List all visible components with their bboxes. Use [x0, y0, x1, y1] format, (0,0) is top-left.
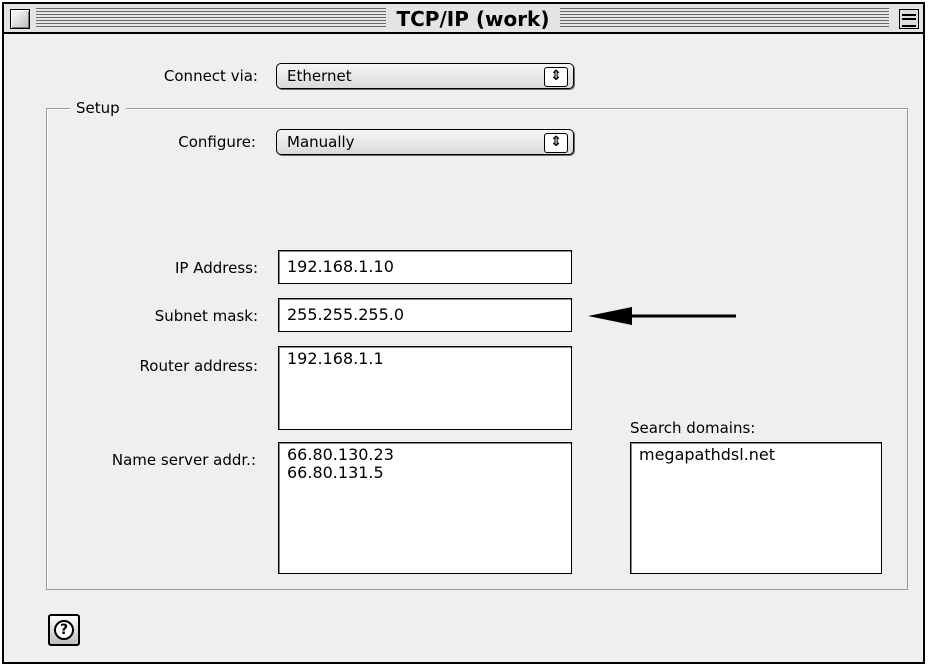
- arrow-left-icon: [588, 307, 736, 325]
- ip-address-field[interactable]: 192.168.1.10: [278, 250, 572, 284]
- name-server-field[interactable]: 66.80.130.23 66.80.131.5: [278, 442, 572, 574]
- setup-group-title: Setup: [70, 98, 126, 118]
- subnet-mask-field[interactable]: 255.255.255.0: [278, 298, 572, 332]
- configure-popup[interactable]: Manually ⇕: [276, 129, 574, 155]
- collapse-box-icon[interactable]: [899, 9, 919, 29]
- configure-label: Configure:: [178, 133, 256, 151]
- name-server-label: Name server addr.:: [111, 451, 256, 469]
- router-address-label: Router address:: [139, 357, 258, 375]
- popup-arrows-icon: ⇕: [544, 133, 568, 153]
- window-title: TCP/IP (work): [386, 6, 560, 32]
- question-icon: ?: [54, 620, 74, 640]
- title-bar[interactable]: TCP/IP (work): [4, 4, 923, 34]
- connect-via-value: Ethernet: [287, 67, 352, 85]
- search-domains-field[interactable]: megapathdsl.net: [630, 442, 882, 574]
- connect-via-popup[interactable]: Ethernet ⇕: [276, 63, 574, 89]
- router-address-field[interactable]: 192.168.1.1: [278, 346, 572, 430]
- search-domains-label: Search domains:: [630, 419, 756, 437]
- subnet-mask-label: Subnet mask:: [154, 307, 258, 325]
- help-button[interactable]: ?: [48, 614, 80, 646]
- connect-via-label: Connect via:: [163, 67, 258, 85]
- tcpip-window: TCP/IP (work) Connect via: Ethernet ⇕ Se…: [2, 2, 925, 664]
- ip-address-label: IP Address:: [174, 259, 258, 277]
- close-box-icon[interactable]: [10, 9, 30, 29]
- configure-value: Manually: [287, 133, 355, 151]
- popup-arrows-icon: ⇕: [544, 67, 568, 87]
